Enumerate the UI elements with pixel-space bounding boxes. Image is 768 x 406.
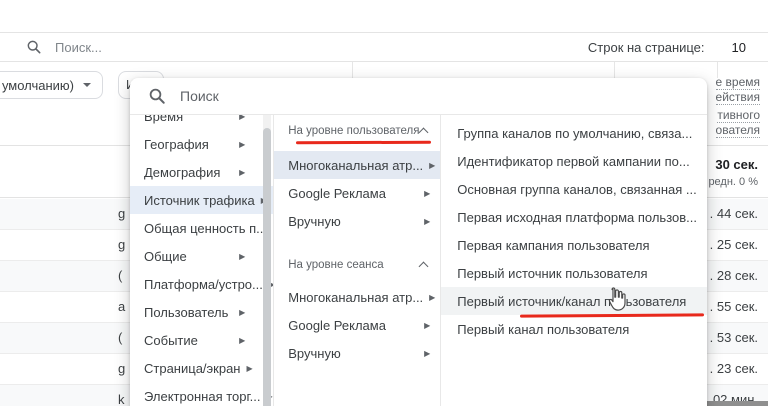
picker-columns: Время▶ География▶ Демография▶ Источник т… bbox=[130, 115, 707, 406]
category-item-platform[interactable]: Платформа/устро...▶ bbox=[130, 270, 273, 298]
scope-item-google-ads[interactable]: Google Реклама▶ bbox=[274, 179, 440, 207]
section-header-session-level[interactable]: На уровне сеанса bbox=[288, 257, 427, 273]
column-header-line[interactable]: е время bbox=[698, 75, 760, 90]
dimension-item[interactable]: Группа каналов по умолчанию, связа... bbox=[441, 119, 707, 147]
submenu-arrow-icon: ▶ bbox=[247, 364, 253, 373]
submenu-arrow-icon: ▶ bbox=[429, 161, 435, 170]
category-item-user[interactable]: Пользователь▶ bbox=[130, 298, 273, 326]
submenu-arrow-icon: ▶ bbox=[239, 168, 245, 177]
category-item-geography[interactable]: География▶ bbox=[130, 130, 273, 158]
search-icon bbox=[148, 87, 166, 105]
submenu-arrow-icon: ▶ bbox=[424, 321, 430, 330]
category-item-demography[interactable]: Демография▶ bbox=[130, 158, 273, 186]
dimension-item[interactable]: Первый источник пользователя bbox=[441, 259, 707, 287]
scope-item-manual[interactable]: Вручную▶ bbox=[274, 207, 440, 235]
dimension-item-first-source-medium[interactable]: Первый источник/канал пользователя bbox=[441, 287, 707, 315]
chevron-up-icon bbox=[419, 262, 429, 272]
category-item-page-screen[interactable]: Страница/экран▶ bbox=[130, 354, 273, 382]
chevron-up-icon bbox=[419, 128, 429, 138]
caret-down-icon bbox=[83, 83, 91, 87]
dimension-item[interactable]: Первый канал пользователя bbox=[441, 315, 707, 343]
submenu-arrow-icon: ▶ bbox=[239, 308, 245, 317]
hand-cursor-icon bbox=[604, 286, 626, 317]
channel-group-chip-label: умолчанию) bbox=[2, 78, 74, 93]
column-header-line[interactable]: тивного bbox=[698, 108, 760, 123]
scope-item-google-ads-session[interactable]: Google Реклама▶ bbox=[274, 311, 440, 339]
dimension-item[interactable]: Первая кампания пользователя bbox=[441, 231, 707, 259]
scope-item-cross-channel[interactable]: Многоканальная атр...▶ bbox=[274, 151, 440, 179]
rows-per-page-value[interactable]: 10 bbox=[732, 40, 746, 55]
scope-list: Многоканальная атр...▶ Google Реклама▶ В… bbox=[274, 151, 440, 235]
category-item-traffic-source[interactable]: Источник трафика▶ bbox=[130, 186, 273, 214]
submenu-arrow-icon: ▶ bbox=[424, 189, 430, 198]
rows-per-page: Строк на странице: 10 bbox=[588, 40, 768, 55]
category-item-ecommerce[interactable]: Электронная торг...▶ bbox=[130, 382, 273, 406]
submenu-arrow-icon: ▶ bbox=[424, 349, 430, 358]
category-item-ltv[interactable]: Общая ценность п...▶ bbox=[130, 214, 273, 242]
scope-item-manual-session[interactable]: Вручную▶ bbox=[274, 339, 440, 367]
dimension-item[interactable]: Идентификатор первой кампании по... bbox=[441, 147, 707, 175]
dimension-item[interactable]: Основная группа каналов, связанная ... bbox=[441, 175, 707, 203]
scope-item-cross-channel-session[interactable]: Многоканальная атр...▶ bbox=[274, 283, 440, 311]
channel-group-chip[interactable]: умолчанию) bbox=[0, 71, 103, 99]
submenu-arrow-icon: ▶ bbox=[424, 217, 430, 226]
category-column: Время▶ География▶ Демография▶ Источник т… bbox=[130, 115, 274, 406]
rows-per-page-label: Строк на странице: bbox=[588, 40, 705, 55]
category-item-general[interactable]: Общие▶ bbox=[130, 242, 273, 270]
picker-search-bar bbox=[130, 78, 707, 115]
category-item-event[interactable]: Событие▶ bbox=[130, 326, 273, 354]
table-search-bar: Строк на странице: 10 bbox=[0, 33, 768, 62]
dimension-picker-panel: Время▶ География▶ Демография▶ Источник т… bbox=[130, 78, 707, 406]
analytics-report-screen: Строк на странице: 10 умолчанию) И е вре… bbox=[0, 0, 768, 406]
category-list: Время▶ География▶ Демография▶ Источник т… bbox=[130, 115, 273, 406]
submenu-arrow-icon: ▶ bbox=[429, 293, 435, 302]
category-item-time[interactable]: Время▶ bbox=[130, 115, 273, 130]
column-header-line[interactable]: ействия bbox=[698, 90, 760, 105]
column-divider bbox=[352, 62, 353, 78]
submenu-arrow-icon: ▶ bbox=[239, 336, 245, 345]
search-icon bbox=[26, 39, 42, 55]
red-underline-annotation bbox=[296, 141, 431, 144]
scope-list: Многоканальная атр...▶ Google Реклама▶ В… bbox=[274, 283, 440, 367]
section-header-user-level[interactable]: На уровне пользователя bbox=[288, 123, 427, 139]
search-input[interactable] bbox=[55, 40, 355, 55]
column-header-line[interactable]: ователя bbox=[698, 123, 760, 138]
scrollbar-thumb[interactable] bbox=[263, 128, 271, 406]
dimension-list: Группа каналов по умолчанию, связа... Ид… bbox=[441, 119, 707, 343]
submenu-arrow-icon: ▶ bbox=[239, 140, 245, 149]
scope-column: На уровне пользователя Многоканальная ат… bbox=[274, 115, 441, 406]
dimension-item[interactable]: Первая исходная платформа пользов... bbox=[441, 203, 707, 231]
dimension-column: Группа каналов по умолчанию, связа... Ид… bbox=[441, 115, 707, 406]
table-column-headers: е время ействия тивного ователя bbox=[698, 75, 768, 138]
submenu-arrow-icon: ▶ bbox=[239, 252, 245, 261]
column-divider bbox=[614, 62, 615, 78]
submenu-arrow-icon: ▶ bbox=[239, 115, 245, 121]
picker-search-input[interactable] bbox=[180, 88, 380, 104]
